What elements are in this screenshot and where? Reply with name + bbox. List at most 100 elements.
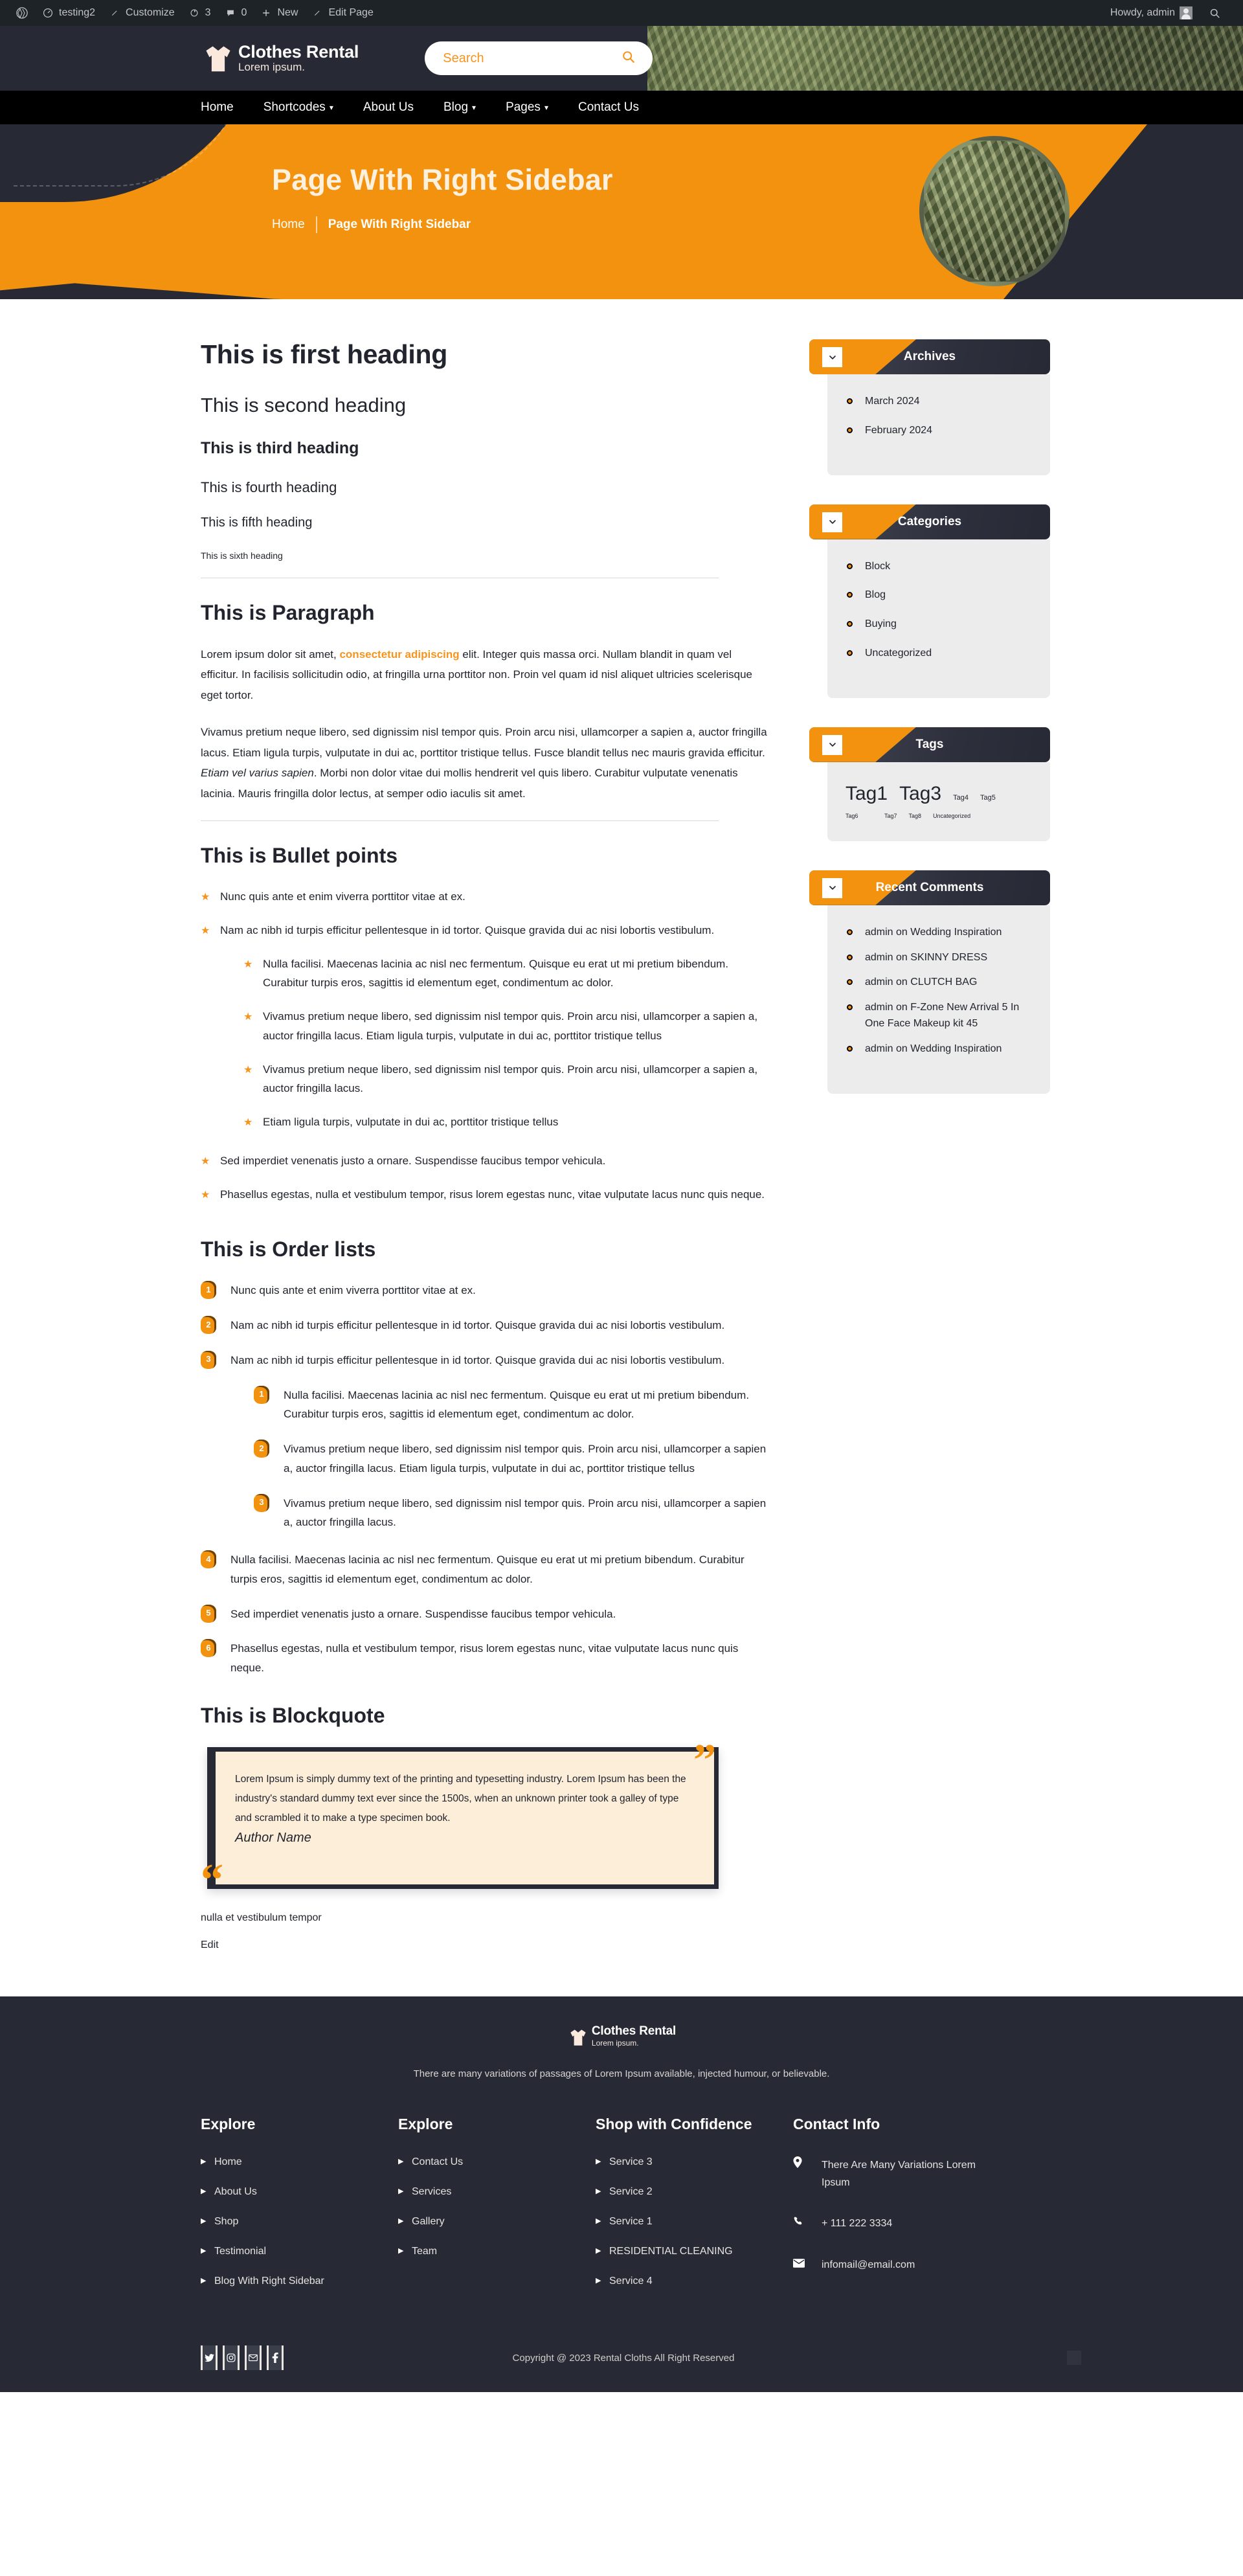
search-box[interactable] [425, 41, 653, 75]
footer-bottom-bar: Copyright @ 2023 Rental Cloths All Right… [201, 2331, 1081, 2392]
list-item[interactable]: Block [827, 559, 1050, 575]
site-logo[interactable]: Clothes Rental Lorem ipsum. [201, 41, 359, 76]
updates-button[interactable]: 3 [181, 0, 218, 26]
footer-link-label: Services [412, 2186, 452, 2198]
instagram-icon[interactable] [223, 2345, 240, 2371]
tag-link[interactable]: Tag4 [953, 794, 969, 802]
list-item[interactable]: admin on Wedding Inspiration [827, 925, 1050, 941]
admin-bar-right: Howdy, admin [1104, 0, 1234, 26]
widget-header[interactable]: Recent Comments [809, 870, 1050, 905]
list-item[interactable]: ▶ Service 3 [596, 2156, 793, 2168]
mail-icon[interactable] [245, 2345, 262, 2371]
list-item[interactable]: ▶ About Us [201, 2186, 398, 2198]
chevron-down-icon[interactable] [822, 347, 842, 367]
tag-link[interactable]: Tag3 [899, 783, 941, 805]
widget-header[interactable]: Tags [809, 727, 1050, 762]
bullet-dot-icon [847, 1004, 853, 1011]
list-item-text: Nulla facilisi. Maecenas lacinia ac nisl… [263, 957, 729, 989]
chevron-right-icon: ▶ [398, 2187, 404, 2196]
dashboard-icon [41, 6, 54, 19]
admin-search-button[interactable] [1202, 0, 1227, 26]
site-name-menu[interactable]: testing2 [35, 0, 102, 26]
wordpress-logo-menu[interactable] [9, 0, 35, 26]
list-item-text: Nulla facilisi. Maecenas lacinia ac nisl… [284, 1388, 750, 1421]
list-item[interactable]: ▶ Testimonial [201, 2246, 398, 2257]
chevron-right-icon: ▶ [201, 2217, 207, 2226]
list-item[interactable]: ▶ Service 1 [596, 2216, 793, 2228]
list-item-text: Nunc quis ante et enim viverra porttitor… [230, 1284, 476, 1297]
breadcrumb-home[interactable]: Home [272, 218, 305, 232]
list-item: 3 Nam ac nibh id turpis efficitur pellent… [201, 1350, 770, 1532]
new-content-button[interactable]: New [253, 0, 304, 26]
list-item[interactable]: ▶ Contact Us [398, 2156, 596, 2168]
search-input[interactable] [443, 51, 599, 66]
nav-item-blog[interactable]: Blog ▾ [443, 100, 476, 115]
list-item[interactable]: March 2024 [827, 394, 1050, 410]
nav-item-about-us[interactable]: About Us [363, 100, 414, 115]
list-item[interactable]: ▶ Service 2 [596, 2186, 793, 2198]
comments-button[interactable]: 0 [218, 0, 254, 26]
number-badge: 5 [201, 1604, 216, 1623]
site-footer: Clothes Rental Lorem ipsum. There are ma… [0, 1996, 1243, 2393]
footer-link-label: About Us [214, 2186, 257, 2198]
twitter-icon[interactable] [201, 2345, 218, 2371]
edit-page-button[interactable]: Edit Page [304, 0, 379, 26]
chevron-down-icon: ▾ [329, 103, 333, 112]
list-item[interactable]: ▶ RESIDENTIAL CLEANING [596, 2246, 793, 2257]
tag-link[interactable]: Uncategorized [933, 813, 970, 819]
customize-button[interactable]: Customize [102, 0, 181, 26]
edit-post-link[interactable]: Edit [201, 1939, 219, 1951]
nav-item-contact-us[interactable]: Contact Us [578, 100, 639, 115]
facebook-icon[interactable] [267, 2345, 284, 2371]
list-item[interactable]: admin on SKINNY DRESS [827, 950, 1050, 966]
quote-mark-open-icon: “ [201, 1855, 223, 1906]
wordpress-icon [16, 6, 28, 19]
footer-link-label: Service 1 [609, 2216, 653, 2228]
list-item[interactable]: ▶ Shop [201, 2216, 398, 2228]
widget-header[interactable]: Archives [809, 339, 1050, 374]
chevron-down-icon[interactable] [822, 512, 842, 532]
chevron-down-icon[interactable] [822, 734, 842, 755]
contact-email[interactable]: infomail@email.com [793, 2256, 1007, 2274]
list-item[interactable]: Blog [827, 587, 1050, 604]
brand-sub: Lorem ipsum. [238, 60, 305, 73]
star-icon: ★ [201, 925, 210, 936]
chevron-down-icon[interactable] [822, 877, 842, 898]
social-links [201, 2345, 284, 2371]
list-item[interactable]: February 2024 [827, 423, 1050, 439]
nav-item-home[interactable]: Home [201, 100, 234, 115]
list-item[interactable]: ▶ Team [398, 2246, 596, 2257]
contact-phone[interactable]: + 111 222 3334 [793, 2215, 1007, 2232]
list-item[interactable]: admin on CLUTCH BAG [827, 975, 1050, 991]
list-item[interactable]: admin on Wedding Inspiration [827, 1041, 1050, 1057]
list-item[interactable]: ▶ Home [201, 2156, 398, 2168]
nav-label: Shortcodes [263, 100, 326, 114]
divider [201, 820, 719, 822]
tag-link[interactable]: Tag1 [845, 783, 888, 805]
list-item[interactable]: ▶ Blog With Right Sidebar [201, 2276, 398, 2287]
new-label: New [277, 7, 298, 18]
widget-body: admin on Wedding Inspiration admin on SK… [827, 905, 1050, 1094]
list-item[interactable]: ▶ Gallery [398, 2216, 596, 2228]
footer-logo[interactable]: Clothes Rental Lorem ipsum. [0, 2025, 1243, 2049]
paragraph-1-highlight-link[interactable]: consectetur adipiscing [339, 648, 459, 661]
number-badge: 3 [254, 1493, 269, 1512]
widget-header[interactable]: Categories [809, 504, 1050, 539]
ordered-list: 1 Nunc quis ante et enim viverra porttito… [201, 1281, 770, 1678]
list-item[interactable]: ▶ Services [398, 2186, 596, 2198]
number-badge: 6 [201, 1639, 216, 1658]
nav-item-pages[interactable]: Pages ▾ [506, 100, 548, 115]
number-badge: 1 [201, 1281, 216, 1300]
tag-link[interactable]: Tag6 [845, 813, 873, 819]
howdy-menu[interactable]: Howdy, admin [1104, 0, 1199, 26]
scroll-top-button[interactable] [1067, 2351, 1081, 2366]
search-icon[interactable] [622, 50, 636, 67]
list-item[interactable]: Buying [827, 616, 1050, 633]
list-item[interactable]: Uncategorized [827, 646, 1050, 662]
nav-item-shortcodes[interactable]: Shortcodes ▾ [263, 100, 333, 115]
list-item[interactable]: admin on F-Zone New Arrival 5 In One Fac… [827, 1000, 1050, 1032]
tag-link[interactable]: Tag7 [884, 813, 897, 819]
tag-link[interactable]: Tag5 [980, 794, 996, 802]
tag-link[interactable]: Tag8 [909, 813, 922, 819]
list-item[interactable]: ▶ Service 4 [596, 2276, 793, 2287]
